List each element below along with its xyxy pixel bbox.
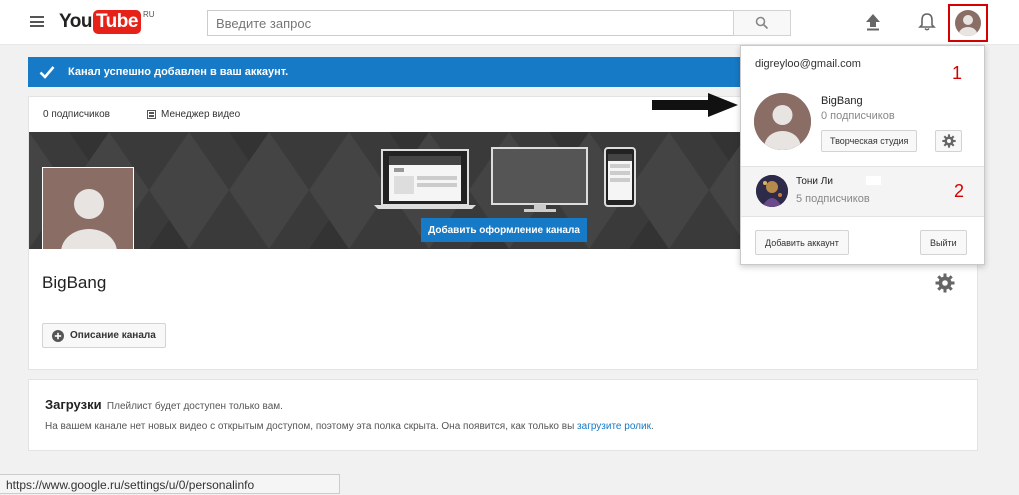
menu-icon[interactable]	[30, 16, 44, 27]
description-button-label: Описание канала	[70, 330, 156, 341]
search-button[interactable]	[733, 10, 791, 36]
annotation-arrow-icon	[652, 93, 738, 117]
annotation-number-2: 2	[954, 181, 965, 201]
logo-tube: Tube	[92, 10, 141, 34]
avatar-image	[756, 175, 788, 207]
add-channel-art-button[interactable]: Добавить оформление канала	[421, 218, 587, 242]
uploads-section: Загрузки Плейлист будет доступен только …	[28, 379, 978, 451]
other-account-subscribers: 5 подписчиков	[796, 193, 870, 205]
other-account-item[interactable]: Тони Ли 5 подписчиков 2	[741, 166, 984, 217]
search-icon	[755, 16, 769, 30]
annotation-number-1: 1	[952, 63, 963, 83]
phone-illustration	[604, 147, 636, 207]
upload-icon[interactable]	[864, 13, 882, 31]
checkmark-icon	[39, 66, 55, 79]
active-account-avatar[interactable]	[754, 93, 811, 150]
uploads-title: Загрузки	[45, 397, 102, 412]
notification-text: Канал успешно добавлен в ваш аккаунт.	[68, 66, 289, 78]
default-avatar-icon	[43, 168, 133, 249]
notifications-bell-icon[interactable]	[918, 12, 936, 32]
other-account-name: Тони Ли	[796, 176, 881, 186]
plus-circle-icon	[52, 329, 64, 342]
status-bar-url: https://www.google.ru/settings/u/0/perso…	[0, 474, 340, 494]
youtube-logo[interactable]: You Tube RU	[59, 10, 155, 36]
add-account-button[interactable]: Добавить аккаунт	[755, 230, 849, 255]
laptop-illustration	[374, 149, 476, 209]
active-account-name: BigBang	[821, 95, 863, 107]
video-manager-label: Менеджер видео	[161, 109, 241, 120]
channel-name: BigBang	[42, 273, 107, 292]
account-avatar-button[interactable]	[948, 4, 988, 42]
default-avatar-icon	[754, 93, 811, 150]
subscriber-count: 0 подписчиков	[43, 109, 110, 120]
channel-description-button[interactable]: Описание канала	[42, 323, 166, 348]
gear-icon	[941, 134, 956, 148]
uploads-header: Загрузки Плейлист будет доступен только …	[45, 397, 283, 412]
uploads-text-before: На вашем канале нет новых видео с открыт…	[45, 421, 578, 432]
uploads-note: Плейлист будет доступен только вам.	[106, 401, 283, 412]
other-account-avatar	[756, 175, 788, 207]
logo-you: You	[59, 11, 92, 32]
video-manager-icon	[147, 110, 156, 119]
channel-settings-gear-icon[interactable]	[935, 273, 955, 293]
account-email: digreyloo@gmail.com	[755, 58, 861, 70]
avatar-icon	[955, 10, 981, 36]
uploads-text-after: .	[650, 421, 654, 432]
logo-region: RU	[142, 10, 155, 19]
account-menu: digreyloo@gmail.com 1 BigBang 0 подписчи…	[740, 45, 985, 265]
monitor-illustration	[491, 147, 588, 212]
video-manager-link[interactable]: Менеджер видео	[147, 109, 240, 120]
search-input[interactable]	[207, 10, 734, 36]
other-account-name-text: Тони Ли	[796, 176, 833, 186]
upload-video-link[interactable]: загрузите ролик	[577, 421, 651, 432]
creator-studio-button[interactable]: Творческая студия	[821, 130, 918, 152]
account-settings-button[interactable]	[935, 130, 962, 152]
active-account-subscribers: 0 подписчиков	[821, 110, 895, 122]
masthead: You Tube RU	[0, 0, 1019, 45]
logout-button[interactable]: Выйти	[920, 230, 967, 255]
channel-avatar[interactable]	[42, 167, 134, 249]
uploads-empty-text: На вашем канале нет новых видео с открыт…	[45, 421, 654, 432]
